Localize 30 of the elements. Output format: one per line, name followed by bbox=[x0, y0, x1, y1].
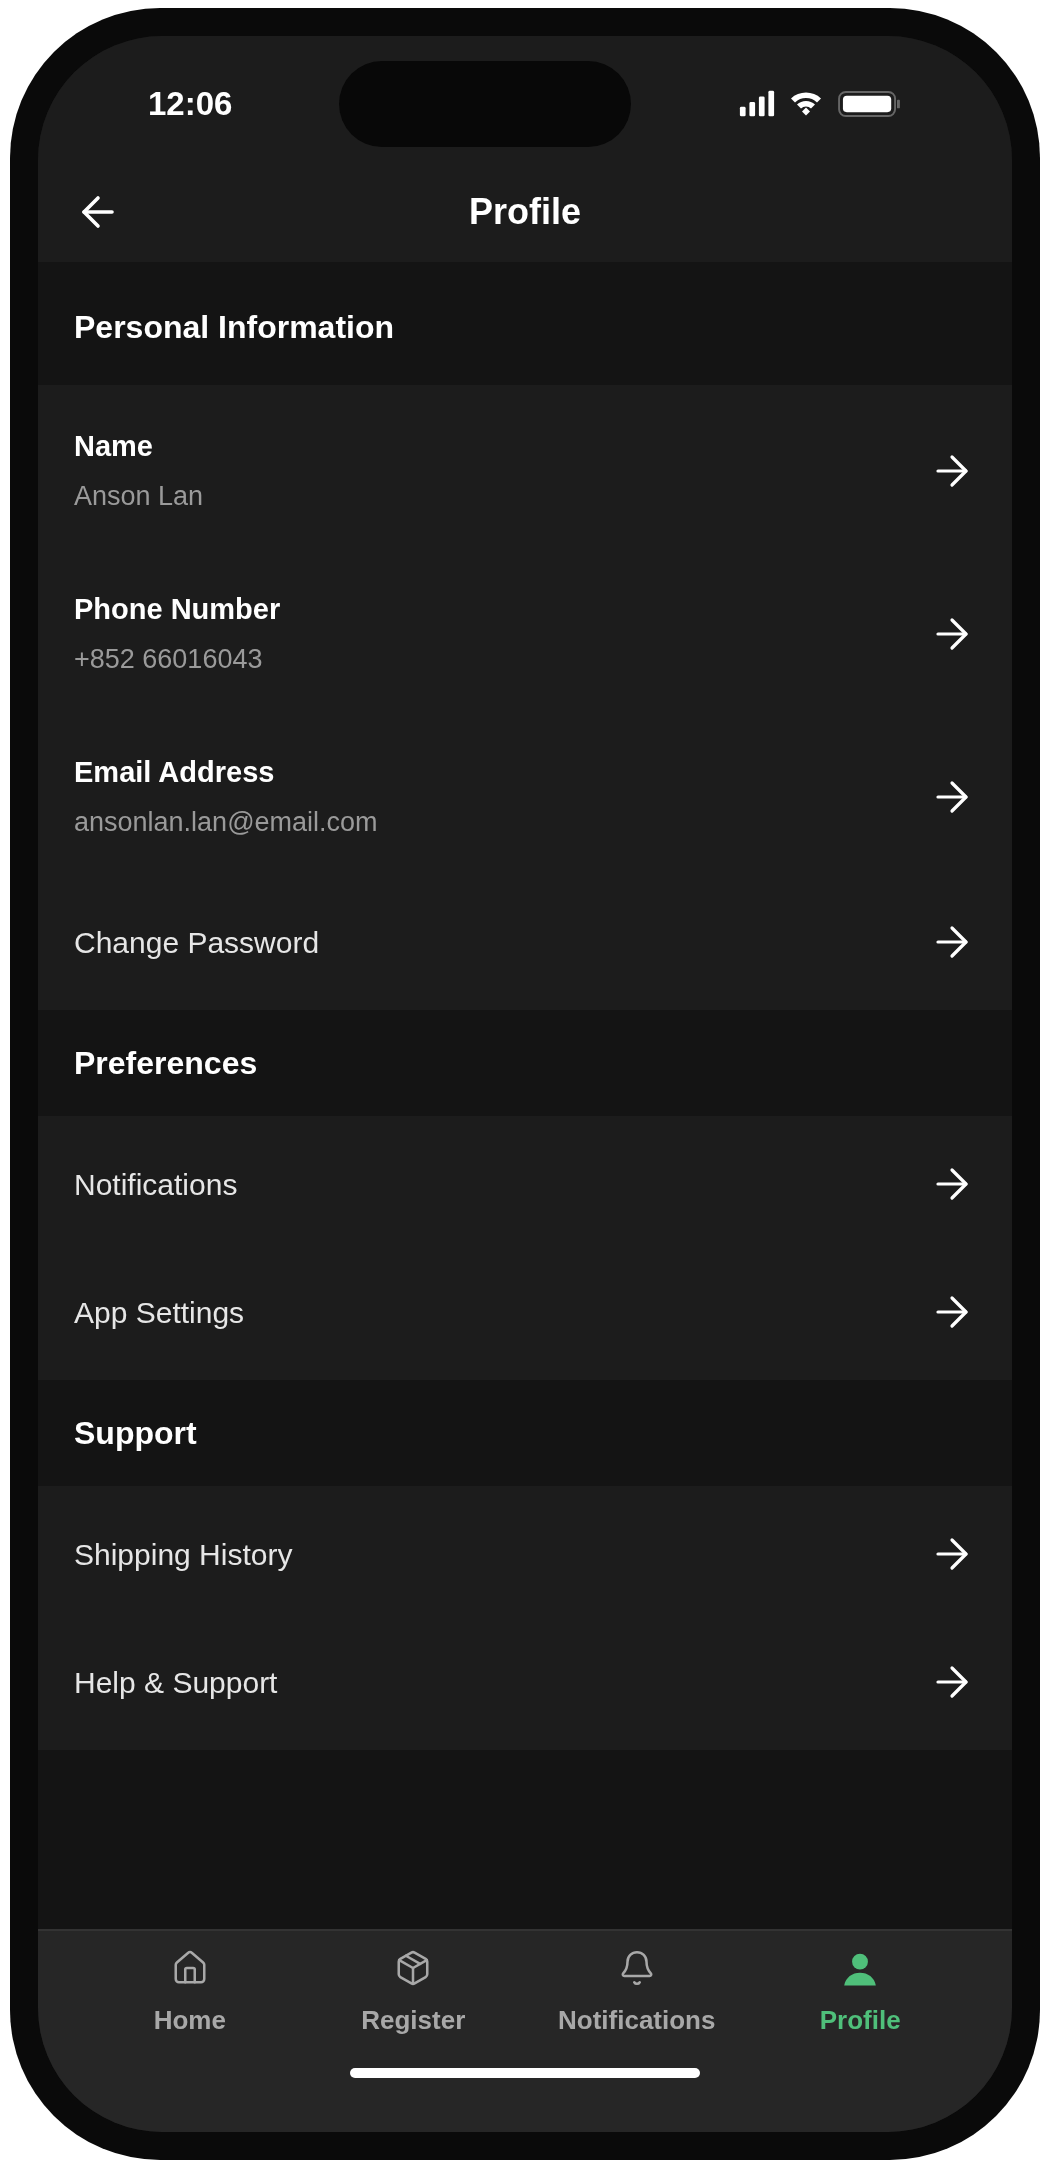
row-value: ansonlan.lan@email.com bbox=[74, 806, 378, 839]
settings-row[interactable]: Help & Support bbox=[38, 1618, 1012, 1746]
section-heading: Preferences bbox=[74, 1044, 258, 1083]
row-label: Name bbox=[74, 428, 154, 464]
signal-icon bbox=[738, 89, 776, 118]
row-label: App Settings bbox=[74, 1294, 245, 1331]
row-label: Change Password bbox=[74, 924, 320, 961]
row-label: Shipping History bbox=[74, 1536, 293, 1573]
section-heading: Support bbox=[74, 1414, 197, 1453]
tab-item[interactable]: Profile bbox=[760, 1949, 961, 2040]
tab-item[interactable]: Notifications bbox=[536, 1949, 737, 2040]
row-label: Help & Support bbox=[74, 1664, 278, 1701]
settings-row[interactable]: App Settings bbox=[38, 1248, 1012, 1376]
row-value: Anson Lan bbox=[74, 480, 204, 513]
row-label: Notifications bbox=[74, 1166, 238, 1203]
page-title: Profile bbox=[469, 189, 581, 234]
row-label: Phone Number bbox=[74, 591, 281, 627]
settings-row[interactable]: Email Address ansonlan.lan@email.com bbox=[38, 715, 1012, 878]
status-time: 12:06 bbox=[148, 83, 233, 124]
section-heading: Personal Information bbox=[74, 307, 395, 347]
settings-row[interactable]: Notifications bbox=[38, 1120, 1012, 1248]
tab-item[interactable]: Home bbox=[89, 1949, 290, 2040]
settings-row[interactable]: Phone Number +852 66016043 bbox=[38, 552, 1012, 715]
battery-icon bbox=[836, 89, 902, 118]
settings-row[interactable]: Name Anson Lan bbox=[38, 389, 1012, 552]
settings-row[interactable]: Change Password bbox=[38, 878, 1012, 1006]
settings-row[interactable]: Shipping History bbox=[38, 1490, 1012, 1618]
row-value: +852 66016043 bbox=[74, 643, 264, 676]
row-label: Email Address bbox=[74, 754, 276, 790]
tab-item[interactable]: Register bbox=[313, 1949, 514, 2040]
